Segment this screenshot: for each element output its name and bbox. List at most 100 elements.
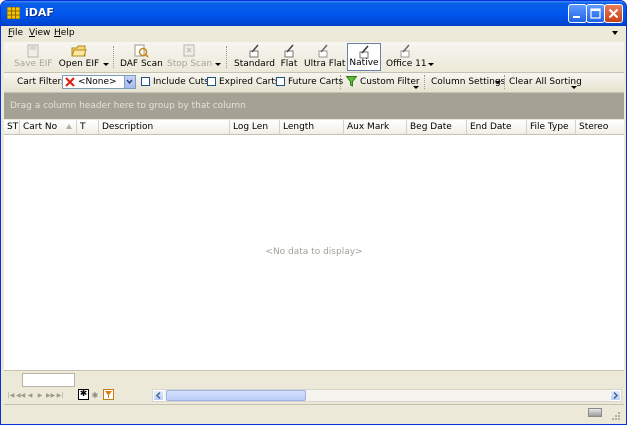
menu-help-label: elp: [60, 28, 75, 38]
column-header-description[interactable]: Description: [99, 120, 230, 134]
resize-grip-icon[interactable]: [611, 411, 621, 421]
style-standard-label: Standard: [234, 59, 275, 69]
title-bar[interactable]: iDAF: [1, 1, 626, 26]
column-header-aux-mark[interactable]: Aux Mark: [344, 120, 407, 134]
style-native-button[interactable]: Native: [347, 43, 381, 71]
group-by-panel[interactable]: Drag a column header here to group by th…: [4, 93, 624, 119]
menu-file-label: ile: [12, 28, 24, 38]
toolbar-separator: [113, 46, 115, 68]
horizontal-scrollbar[interactable]: [152, 389, 622, 402]
column-header-stereo[interactable]: Stereo: [576, 120, 624, 134]
column-header-label: Beg Date: [410, 122, 452, 132]
expired-carts-checkbox[interactable]: [207, 77, 216, 86]
keyboard-indicator-icon: [588, 408, 602, 417]
menu-view-label: iew: [34, 28, 51, 38]
column-header-length[interactable]: Length: [280, 120, 344, 134]
minimize-icon: [573, 16, 580, 18]
menu-file[interactable]: File: [8, 28, 23, 38]
chevron-left-icon: [155, 391, 161, 400]
grid-column-header: ST Cart No T Description Log Len Length …: [4, 120, 624, 135]
funnel-icon: [105, 391, 112, 398]
maximize-button[interactable]: [586, 4, 605, 23]
scroll-right-button[interactable]: [610, 390, 621, 401]
grid-body[interactable]: <No data to display>: [4, 135, 624, 370]
red-x-icon: [65, 77, 75, 87]
group-by-hint: Drag a column header here to group by th…: [10, 101, 246, 111]
chevron-right-icon: [613, 391, 619, 400]
scan-magnifier-icon: [134, 44, 149, 58]
stop-scan-button[interactable]: Stop Scan: [167, 43, 213, 71]
daf-scan-button[interactable]: DAF Scan: [120, 43, 163, 71]
style-dropdown-icon[interactable]: [428, 63, 434, 66]
style-standard-button[interactable]: Standard: [234, 43, 275, 71]
no-data-message: <No data to display>: [265, 247, 363, 257]
style-flat-button[interactable]: Flat: [278, 43, 300, 71]
last-record-icon[interactable]: ▶|: [56, 391, 64, 400]
style-office11-label: Office 11: [386, 59, 427, 69]
column-header-log-len[interactable]: Log Len: [230, 120, 280, 134]
prev-page-icon[interactable]: ◀◀: [16, 391, 25, 400]
column-header-t[interactable]: T: [77, 120, 99, 134]
custom-filter-dropdown-icon[interactable]: [413, 86, 419, 89]
next-record-icon[interactable]: ▶: [36, 391, 44, 400]
column-header-label: Aux Mark: [347, 122, 390, 132]
next-page-icon[interactable]: ▶▶: [46, 391, 55, 400]
combo-dropdown-button[interactable]: [124, 76, 135, 88]
column-header-beg-date[interactable]: Beg Date: [407, 120, 467, 134]
expired-carts-label: Expired Carts: [219, 77, 280, 87]
scroll-left-button[interactable]: [153, 390, 164, 401]
scroll-thumb[interactable]: [166, 390, 306, 401]
style-ultra-flat-label: Ultra Flat: [304, 59, 346, 69]
custom-filter-button[interactable]: Custom Filter: [360, 77, 420, 87]
column-header-cart-no[interactable]: Cart No: [20, 120, 77, 134]
paintbrush-icon: [249, 44, 259, 58]
stop-scan-label: Stop Scan: [167, 59, 213, 69]
paintbrush-icon: [318, 44, 328, 58]
minimize-button[interactable]: [568, 4, 587, 23]
insert-record-icon[interactable]: ✱: [78, 389, 89, 400]
open-eif-label: Open EIF: [58, 59, 100, 69]
column-header-label: Stereo: [579, 122, 609, 132]
maximize-icon: [590, 8, 601, 19]
grid-footer: [4, 370, 624, 389]
future-carts-checkbox[interactable]: [276, 77, 285, 86]
column-header-label: Log Len: [233, 122, 269, 132]
cart-filter-bar: Cart Filters <None> Include Cuts Expired…: [4, 73, 624, 93]
save-eif-label: Save EIF: [14, 59, 53, 69]
stop-scan-dropdown-icon[interactable]: [215, 63, 221, 66]
funnel-filter-icon: [346, 76, 357, 87]
main-window: iDAF File View Help Save EIF Open EIF DA…: [0, 0, 627, 425]
include-cuts-label: Include Cuts: [153, 77, 209, 87]
save-icon: [27, 44, 39, 58]
save-eif-button[interactable]: Save EIF: [14, 43, 52, 71]
footer-summary-cell: [22, 373, 75, 387]
column-header-label: Description: [102, 122, 154, 132]
cart-filter-combo[interactable]: <None>: [62, 75, 136, 89]
column-settings-dropdown-icon[interactable]: [495, 81, 501, 84]
prev-record-icon[interactable]: ◀: [26, 391, 34, 400]
style-office11-button[interactable]: Office 11: [386, 43, 427, 71]
column-header-st[interactable]: ST: [4, 120, 20, 134]
append-record-icon[interactable]: ✱: [91, 391, 99, 400]
column-header-label: ST: [7, 122, 19, 132]
column-header-file-type[interactable]: File Type: [527, 120, 576, 134]
close-button[interactable]: [604, 4, 623, 23]
style-flat-label: Flat: [280, 59, 298, 69]
clear-sorting-dropdown-icon[interactable]: [571, 86, 577, 89]
menu-overflow-chevron-icon[interactable]: [612, 31, 618, 35]
menu-help[interactable]: Help: [54, 28, 75, 38]
future-carts-label: Future Carts: [288, 77, 344, 87]
main-toolbar: Save EIF Open EIF DAF Scan Stop Scan Sta…: [4, 42, 624, 73]
paintbrush-icon: [400, 44, 410, 58]
include-cuts-checkbox[interactable]: [141, 77, 150, 86]
menu-bar: File View Help: [1, 26, 626, 41]
open-eif-button[interactable]: Open EIF: [58, 43, 100, 71]
column-header-end-date[interactable]: End Date: [467, 120, 527, 134]
menu-view[interactable]: View: [29, 28, 50, 38]
open-eif-dropdown-icon[interactable]: [103, 63, 109, 66]
first-record-icon[interactable]: |◀: [7, 391, 15, 400]
filter-toggle-button[interactable]: [103, 389, 114, 400]
sort-ascending-icon: [66, 124, 72, 129]
stop-icon: [183, 44, 195, 57]
style-ultra-flat-button[interactable]: Ultra Flat: [304, 43, 346, 71]
